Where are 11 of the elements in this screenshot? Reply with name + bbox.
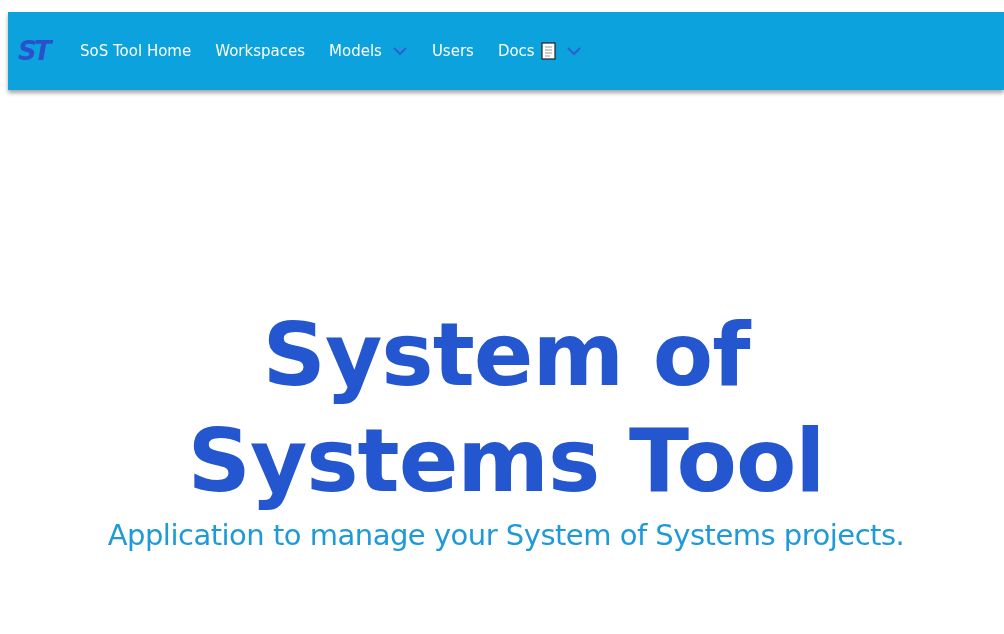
chevron-down-icon <box>565 46 582 56</box>
nav-link[interactable]: Workspaces <box>215 42 305 60</box>
nav-dropdown[interactable]: Docs <box>497 42 582 60</box>
hero-subtitle: Application to manage your System of Systems projects. <box>107 518 905 552</box>
nav-link[interactable]: SoS Tool Home <box>80 42 192 60</box>
nav-dropdown[interactable]: Models <box>329 42 408 60</box>
hero-title: System of Systems Tool <box>186 302 826 514</box>
document-icon <box>540 42 556 60</box>
chevron-down-icon <box>391 46 408 56</box>
nav-link[interactable]: Users <box>431 42 474 60</box>
logo[interactable]: ST <box>18 36 54 66</box>
